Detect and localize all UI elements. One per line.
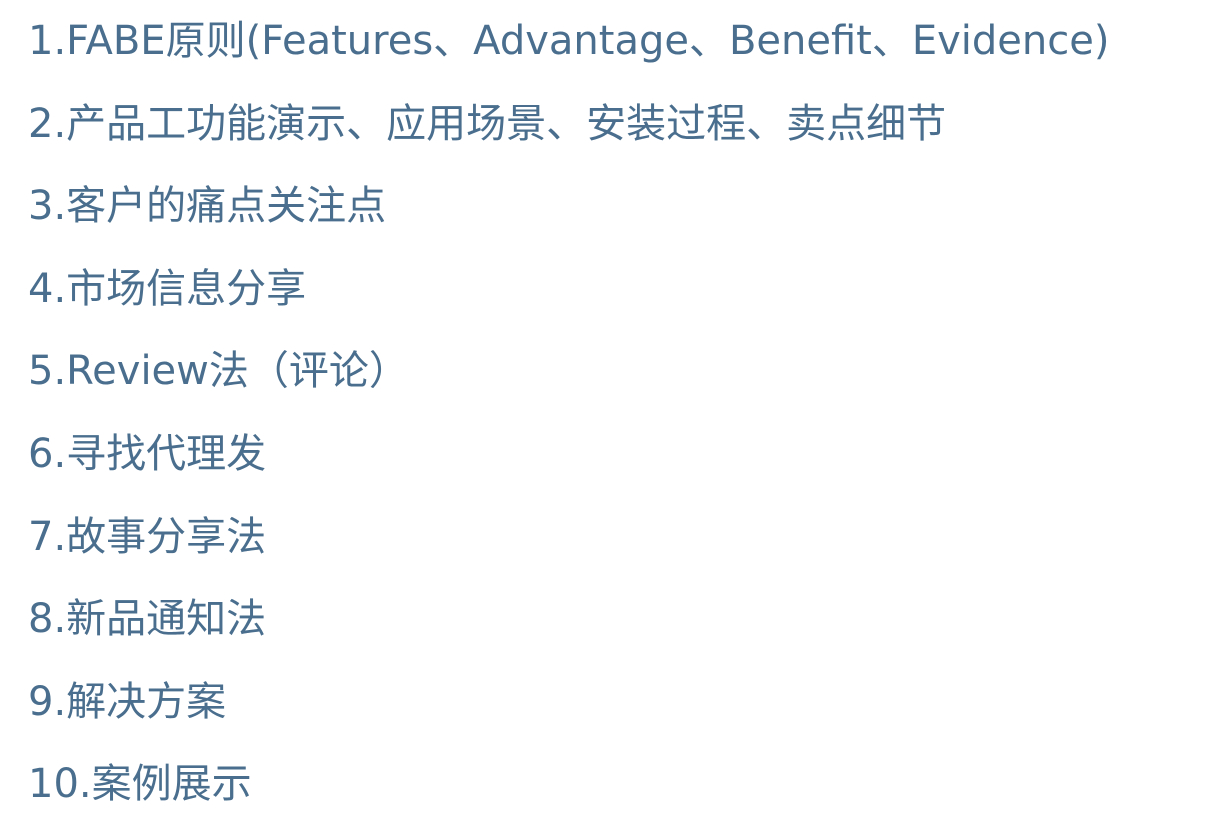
list-item: 1.FABE原则(Features、Advantage、Benefit、Evid… <box>28 18 1110 64</box>
list-item: 8.新品通知法 <box>28 596 267 643</box>
list-item: 7.故事分享法 <box>28 513 267 560</box>
list-item: 9.解决方案 <box>28 678 227 725</box>
list-item: 6.寻找代理发 <box>28 430 267 477</box>
list-item: 3.客户的痛点关注点 <box>28 183 387 230</box>
list-item: 4.市场信息分享 <box>28 265 307 312</box>
list-item: 2.产品工功能演示、应用场景、安装过程、卖点细节 <box>28 100 947 147</box>
list-item: 5.Review法（评论） <box>28 348 409 395</box>
list-item: 10.案例展示 <box>28 761 252 808</box>
method-list: 1.FABE原则(Features、Advantage、Benefit、Evid… <box>28 0 1109 826</box>
